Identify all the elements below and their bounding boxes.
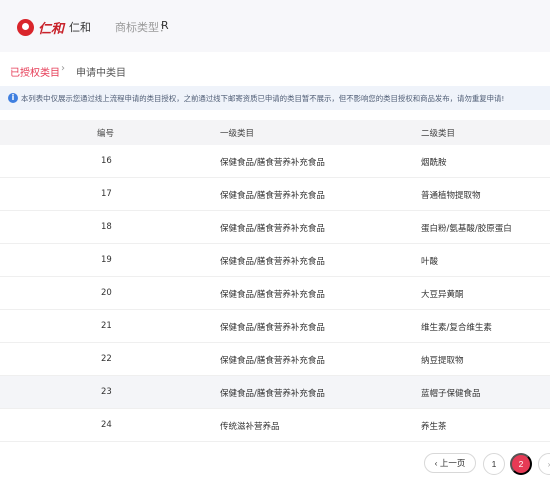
- table-header: 编号 一级类目 二级类目: [0, 120, 550, 145]
- cell-id: 20: [101, 288, 112, 298]
- cell-id: 23: [101, 387, 112, 397]
- prev-page-button[interactable]: ‹ 上一页: [424, 453, 476, 473]
- cell-level1: 保健食品/膳食营养补充食品: [220, 257, 325, 267]
- cell-level1: 保健食品/膳食营养补充食品: [220, 323, 325, 333]
- brand-logo-icon: [17, 18, 34, 36]
- cell-id: 24: [101, 420, 112, 430]
- next-page-button[interactable]: ›: [538, 453, 550, 475]
- table-row: 17 保健食品/膳食营养补充食品 普通植物提取物: [0, 178, 550, 211]
- category-table: 编号 一级类目 二级类目 16 保健食品/膳食营养补充食品 烟酰胺 17 保健食…: [0, 120, 550, 442]
- cell-level1: 保健食品/膳食营养补充食品: [220, 356, 325, 366]
- cell-level2: 蓝帽子保健食品: [421, 389, 481, 399]
- cell-level2: 普通植物提取物: [421, 191, 481, 201]
- cell-id: 19: [101, 255, 112, 265]
- cell-level2: 蛋白粉/氨基酸/胶原蛋白: [421, 224, 512, 234]
- page-2-button[interactable]: 2: [510, 453, 532, 475]
- shop-name: 仁和: [69, 21, 91, 34]
- cell-level1: 保健食品/膳食营养补充食品: [220, 290, 325, 300]
- cell-level2: 纳豆提取物: [421, 356, 464, 366]
- column-header-level1: 一级类目: [220, 129, 255, 139]
- table-row: 22 保健食品/膳食营养补充食品 纳豆提取物: [0, 343, 550, 376]
- tab-pending-categories[interactable]: 申请中类目: [76, 64, 126, 79]
- column-header-id: 编号: [97, 129, 115, 139]
- cell-level2: 叶酸: [421, 257, 439, 267]
- cell-level1: 保健食品/膳食营养补充食品: [220, 158, 325, 168]
- brand-logo: 仁和: [17, 17, 64, 37]
- info-icon: i: [8, 93, 18, 103]
- table-row: 21 保健食品/膳食营养补充食品 维生素/复合维生素: [0, 310, 550, 343]
- cell-level1: 保健食品/膳食营养补充食品: [220, 191, 325, 201]
- notice-text: 本列表中仅展示您通过线上流程申请的类目授权，之前通过线下邮寄资质已申请的类目暂不…: [21, 94, 505, 103]
- cell-id: 16: [101, 156, 112, 166]
- cell-id: 22: [101, 354, 112, 364]
- cell-id: 18: [101, 222, 112, 232]
- cell-level2: 大豆异黄酮: [421, 290, 464, 300]
- column-header-level2: 二级类目: [421, 129, 456, 139]
- shop-header: 仁和 仁和 商标类型： R: [0, 0, 550, 52]
- category-tabs: 已授权类目 › 申请中类目: [0, 60, 550, 82]
- table-row: 19 保健食品/膳食营养补充食品 叶酸: [0, 244, 550, 277]
- pagination: ‹ 上一页 1 2 ›: [0, 452, 550, 476]
- cell-level2: 维生素/复合维生素: [421, 323, 492, 333]
- notice-banner: i 本列表中仅展示您通过线上流程申请的类目授权，之前通过线下邮寄资质已申请的类目…: [0, 86, 550, 110]
- cell-level2: 养生茶: [421, 422, 447, 432]
- table-row: 16 保健食品/膳食营养补充食品 烟酰胺: [0, 145, 550, 178]
- trademark-type-value: R: [161, 19, 169, 32]
- table-row: 18 保健食品/膳食营养补充食品 蛋白粉/氨基酸/胶原蛋白: [0, 211, 550, 244]
- cell-level1: 保健食品/膳食营养补充食品: [220, 389, 325, 399]
- cell-level1: 保健食品/膳食营养补充食品: [220, 224, 325, 234]
- table-row: 23 保健食品/膳食营养补充食品 蓝帽子保健食品: [0, 376, 550, 409]
- cell-id: 21: [101, 321, 112, 331]
- cell-id: 17: [101, 189, 112, 199]
- cell-level2: 烟酰胺: [421, 158, 447, 168]
- cell-level1: 传统滋补营养品: [220, 422, 280, 432]
- page-1-button[interactable]: 1: [483, 453, 505, 475]
- tab-authorized-categories[interactable]: 已授权类目: [10, 64, 60, 79]
- table-row: 24 传统滋补营养品 养生茶: [0, 409, 550, 442]
- brand-logo-text: 仁和: [38, 21, 65, 37]
- table-row: 20 保健食品/膳食营养补充食品 大豆异黄酮: [0, 277, 550, 310]
- chevron-right-icon: ›: [61, 63, 65, 74]
